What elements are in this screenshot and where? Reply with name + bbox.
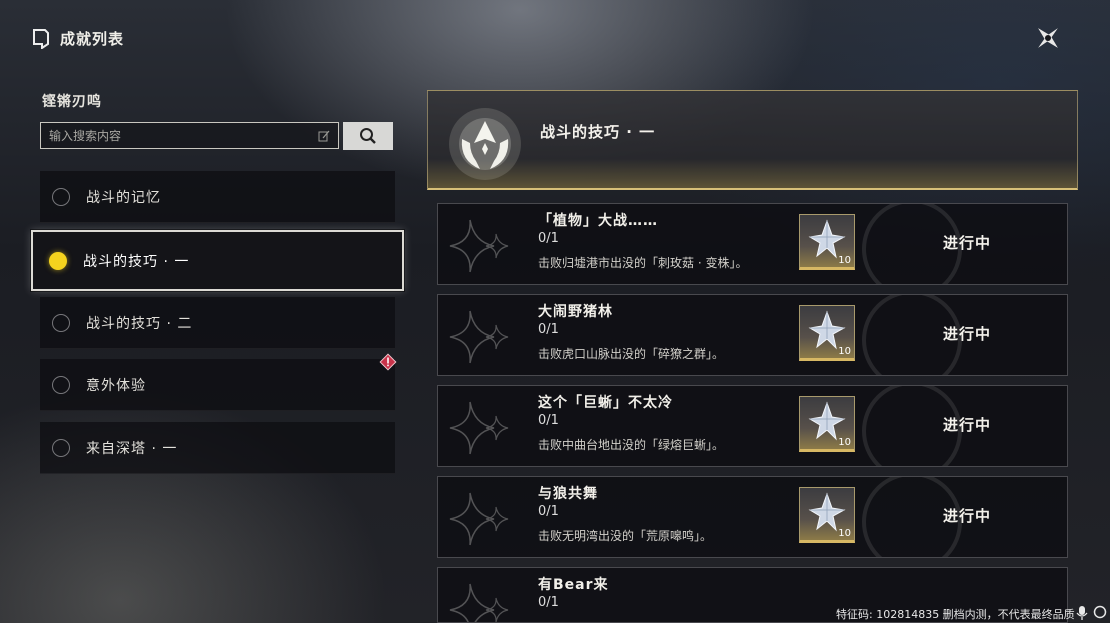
reward-item[interactable]: 10 [799, 396, 855, 452]
radio-indicator [52, 438, 70, 457]
achievement-card[interactable]: 这个「巨蜥」不太冷 0/1 击败中曲台地出没的「绿熔巨蜥」。 10 进行中 [437, 385, 1068, 467]
achievement-description: 击败中曲台地出没的「绿熔巨蜥」。 [538, 438, 725, 452]
achievement-title: 与狼共舞 [538, 486, 598, 502]
sidebar-item-label: 来自深塔 · 一 [86, 440, 178, 457]
reward-count: 10 [838, 437, 851, 448]
radio-indicator [52, 313, 70, 332]
category-title: 铿锵刃鸣 [42, 94, 102, 110]
search-field[interactable] [40, 122, 339, 149]
achievement-progress: 0/1 [538, 413, 559, 428]
search-input[interactable] [49, 128, 318, 143]
sidebar-item-label: 战斗的记忆 [86, 189, 161, 206]
radio-indicator [52, 187, 70, 206]
radio-indicator [52, 375, 70, 394]
radio-indicator-selected [49, 251, 67, 270]
document-icon [33, 28, 49, 49]
sparkle-icon [449, 583, 509, 622]
sidebar-item-label: 战斗的技巧 · 一 [83, 253, 190, 270]
sidebar-item-from-deep-tower-1[interactable]: 来自深塔 · 一 [40, 422, 395, 474]
achievement-progress: 0/1 [538, 504, 559, 519]
achievement-description: 击败归墟港市出没的「刺玫菇 · 变株」。 [538, 256, 748, 270]
reward-count: 10 [838, 528, 851, 539]
achievement-status: 进行中 [943, 325, 992, 343]
sidebar-item-battle-skill-1[interactable]: 战斗的技巧 · 一 [31, 230, 404, 291]
banner-title: 战斗的技巧 · 一 [540, 123, 656, 141]
achievement-card[interactable]: 大闹野猪林 0/1 击败虎口山脉出没的「碎獠之群」。 10 进行中 [437, 294, 1068, 376]
achievement-progress: 0/1 [538, 231, 559, 246]
sidebar-item-battle-memory[interactable]: 战斗的记忆 [40, 171, 395, 223]
alert-badge-icon [379, 353, 397, 371]
edit-icon [318, 130, 330, 141]
sidebar-item-battle-skill-2[interactable]: 战斗的技巧 · 二 [40, 297, 395, 349]
search-button[interactable] [343, 122, 393, 150]
achievement-card[interactable]: 与狼共舞 0/1 击败无明湾出没的「荒原嗥鸣」。 10 进行中 [437, 476, 1068, 558]
reward-item[interactable]: 10 [799, 214, 855, 270]
sidebar-item-label: 战斗的技巧 · 二 [86, 315, 193, 332]
achievement-progress: 0/1 [538, 595, 559, 610]
achievement-description: 击败虎口山脉出没的「碎獠之群」。 [538, 347, 725, 361]
achievement-title: 大闹野猪林 [538, 304, 613, 320]
page-title: 成就列表 [60, 30, 125, 48]
category-banner: 战斗的技巧 · 一 [427, 90, 1078, 190]
achievement-title: 这个「巨蜥」不太冷 [538, 395, 673, 411]
sparkle-icon [449, 401, 509, 455]
achievement-status: 进行中 [943, 234, 992, 252]
achievement-title: 「植物」大战…… [538, 213, 658, 229]
sidebar-item-label: 意外体验 [86, 377, 146, 394]
achievement-status: 进行中 [943, 416, 992, 434]
reward-item[interactable]: 10 [799, 305, 855, 361]
close-icon[interactable] [1030, 20, 1066, 56]
sidebar-item-unexpected-experience[interactable]: 意外体验 [40, 353, 397, 411]
page-header: 成就列表 [32, 28, 124, 49]
status-circle-icon[interactable] [1093, 605, 1107, 619]
sparkle-icon [449, 492, 509, 546]
achievement-status: 进行中 [943, 507, 992, 525]
achievement-card[interactable]: 「植物」大战…… 0/1 击败归墟港市出没的「刺玫菇 · 变株」。 10 进行中 [437, 203, 1068, 285]
microphone-icon[interactable] [1075, 605, 1089, 621]
reward-count: 10 [838, 346, 851, 357]
achievement-title: 有Bear来 [538, 577, 609, 593]
sparkle-icon [449, 219, 509, 273]
achievement-description: 击败无明湾出没的「荒原嗥鸣」。 [538, 529, 713, 543]
build-watermark: 特征码: 102814835 删档内测，不代表最终品质 [836, 608, 1075, 621]
achievement-emblem-icon [449, 108, 521, 180]
sparkle-icon [449, 310, 509, 364]
reward-count: 10 [838, 255, 851, 266]
search-icon [360, 128, 376, 144]
reward-item[interactable]: 10 [799, 487, 855, 543]
achievement-progress: 0/1 [538, 322, 559, 337]
